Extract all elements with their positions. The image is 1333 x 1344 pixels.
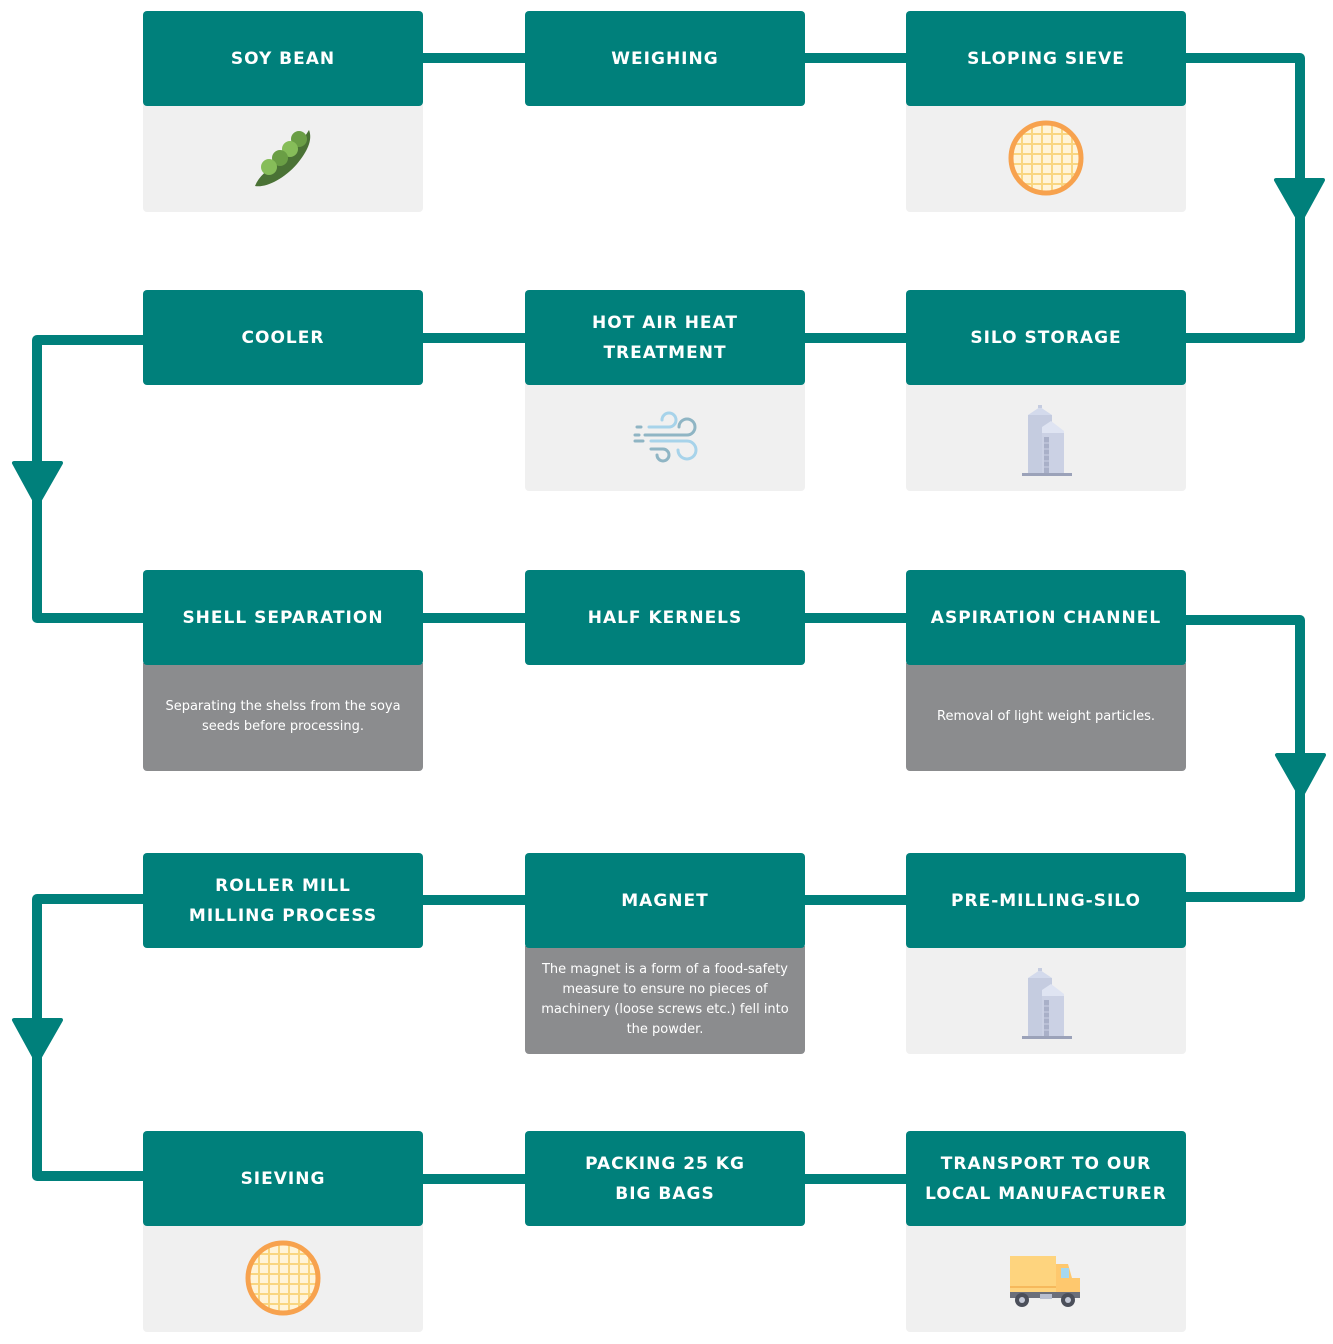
step-silo-storage: SILO STORAGE	[906, 290, 1186, 491]
step-header: SHELL SEPARATION	[143, 570, 423, 665]
step-title: SIEVING	[240, 1168, 326, 1189]
silo-icon	[1022, 968, 1072, 1039]
step-icon-panel	[906, 104, 1186, 212]
step-roller-mill: ROLLER MILL MILLING PROCESS	[143, 853, 423, 948]
step-hot-air-heat-treatment: HOT AIR HEAT TREATMENT	[525, 290, 805, 491]
step-cooler: COOLER	[143, 290, 423, 385]
step-description: The magnet is a form of a food-safety me…	[525, 946, 805, 1054]
arrow-down-icon	[1275, 753, 1326, 799]
step-title: SLOPING SIEVE	[967, 48, 1125, 69]
step-header: ASPIRATION CHANNEL	[906, 570, 1186, 665]
step-packing: PACKING 25 KG BIG BAGS	[525, 1131, 805, 1226]
step-shell-separation: SHELL SEPARATION Separating the shelss f…	[143, 570, 423, 771]
step-header: COOLER	[143, 290, 423, 385]
step-title: ROLLER MILL MILLING PROCESS	[188, 875, 378, 926]
step-title: SOY BEAN	[230, 48, 336, 69]
step-header: PACKING 25 KG BIG BAGS	[525, 1131, 805, 1226]
step-header: ROLLER MILL MILLING PROCESS	[143, 853, 423, 948]
step-header: SLOPING SIEVE	[906, 11, 1186, 106]
step-pre-milling-silo: PRE-MILLING-SILO	[906, 853, 1186, 1054]
step-description: Removal of light weight particles.	[906, 663, 1186, 771]
step-title: ASPIRATION CHANNEL	[930, 607, 1162, 628]
step-icon-panel	[525, 383, 805, 491]
step-header: HOT AIR HEAT TREATMENT	[525, 290, 805, 385]
step-title: MAGNET	[621, 890, 709, 911]
connector-loop-right-1	[1183, 53, 1305, 343]
pea-pod-icon	[255, 130, 311, 187]
step-aspiration-channel: ASPIRATION CHANNEL Removal of light weig…	[906, 570, 1186, 771]
step-header: TRANSPORT TO OUR LOCAL MANUFACTURER	[906, 1131, 1186, 1226]
step-half-kernels: HALF KERNELS	[525, 570, 805, 665]
sieve-icon	[1008, 120, 1084, 196]
step-header: HALF KERNELS	[525, 570, 805, 665]
step-title: TRANSPORT TO OUR LOCAL MANUFACTURER	[925, 1153, 1167, 1204]
step-icon-panel	[906, 946, 1186, 1054]
step-magnet: MAGNET The magnet is a form of a food-sa…	[525, 853, 805, 1054]
step-title: COOLER	[241, 327, 325, 348]
step-title: HOT AIR HEAT TREATMENT	[592, 312, 738, 363]
step-sloping-sieve: SLOPING SIEVE	[906, 11, 1186, 212]
step-icon-panel	[906, 1224, 1186, 1332]
silo-icon	[1022, 405, 1072, 476]
step-header: SOY BEAN	[143, 11, 423, 106]
step-sieving: SIEVING	[143, 1131, 423, 1332]
arrow-down-icon	[12, 461, 63, 507]
step-title: WEIGHING	[611, 48, 719, 69]
step-description: Separating the shelss from the soya seed…	[143, 663, 423, 771]
step-title: SILO STORAGE	[970, 327, 1122, 348]
step-icon-panel	[143, 1224, 423, 1332]
step-header: SILO STORAGE	[906, 290, 1186, 385]
step-title: PRE-MILLING-SILO	[951, 890, 1141, 911]
connector-loop-left-2	[32, 894, 146, 1181]
step-icon-panel	[906, 383, 1186, 491]
step-title: SHELL SEPARATION	[182, 607, 384, 628]
step-weighing: WEIGHING	[525, 11, 805, 106]
step-icon-panel	[143, 104, 423, 212]
step-title: HALF KERNELS	[587, 607, 743, 628]
step-header: PRE-MILLING-SILO	[906, 853, 1186, 948]
step-header: MAGNET	[525, 853, 805, 948]
arrow-down-icon	[1274, 178, 1325, 224]
step-header: SIEVING	[143, 1131, 423, 1226]
step-title: PACKING 25 KG BIG BAGS	[585, 1153, 745, 1204]
step-soy-bean: SOY BEAN	[143, 11, 423, 212]
step-transport: TRANSPORT TO OUR LOCAL MANUFACTURER	[906, 1131, 1186, 1332]
arrow-down-icon	[12, 1018, 63, 1064]
step-header: WEIGHING	[525, 11, 805, 106]
wind-icon	[633, 411, 698, 463]
truck-icon	[1010, 1256, 1080, 1307]
sieve-icon	[245, 1240, 321, 1316]
